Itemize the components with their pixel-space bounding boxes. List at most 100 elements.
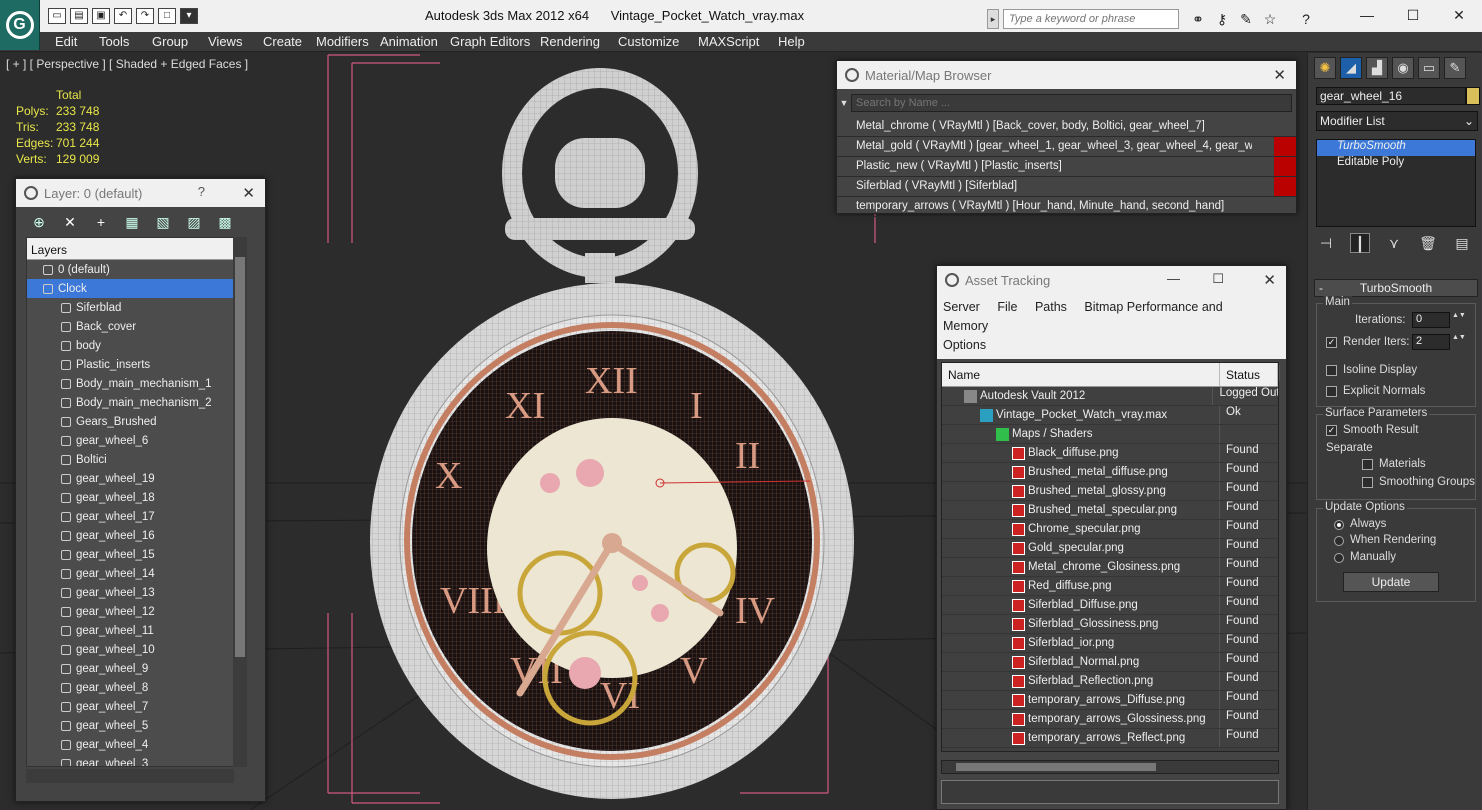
highlight-layer-icon[interactable]: ▧ [154, 213, 172, 231]
maximize-button[interactable]: ☐ [1212, 271, 1224, 287]
application-button[interactable]: G [0, 0, 40, 50]
spinner-arrows-icon[interactable]: ▲▼ [1452, 312, 1466, 328]
layer-row[interactable]: gear_wheel_15 [27, 545, 243, 564]
menu-customize[interactable]: Customize [618, 34, 679, 49]
freeze-layers-icon[interactable]: ▩ [216, 213, 234, 231]
menu-options[interactable]: Options [943, 338, 986, 352]
layer-row[interactable]: gear_wheel_12 [27, 602, 243, 621]
asset-row[interactable]: Red_diffuse.png Found [942, 577, 1278, 596]
close-button[interactable]: ✕ [1263, 271, 1276, 289]
layer-row[interactable]: gear_wheel_9 [27, 659, 243, 678]
layer-row[interactable]: 0 (default) [27, 260, 243, 279]
asset-row[interactable]: temporary_arrows_Glossiness.png Found [942, 710, 1278, 729]
viewport-label[interactable]: [ + ] [ Perspective ] [ Shaded + Edged F… [6, 57, 248, 71]
minimize-button[interactable]: — [1344, 0, 1390, 30]
render-iters-spinner[interactable]: 2 [1412, 334, 1450, 350]
layer-row[interactable]: Body_main_mechanism_2 [27, 393, 243, 412]
display-tab-icon[interactable]: ▭ [1418, 57, 1440, 79]
manually-radio[interactable] [1334, 553, 1344, 563]
modify-tab-icon[interactable]: ◢ [1340, 57, 1362, 79]
menu-group[interactable]: Group [152, 34, 188, 49]
spinner-arrows-icon[interactable]: ▲▼ [1452, 334, 1466, 350]
menu-server[interactable]: Server [943, 300, 980, 314]
material-browser-title-bar[interactable]: Material/Map Browser ✕ [837, 61, 1296, 89]
material-row[interactable]: Plastic_new ( VRayMtl ) [Plastic_inserts… [837, 157, 1296, 177]
menu-graph-editors[interactable]: Graph Editors [450, 34, 530, 49]
layer-row[interactable]: gear_wheel_7 [27, 697, 243, 716]
utilities-tab-icon[interactable]: ✎ [1444, 57, 1466, 79]
show-end-result-icon[interactable]: ┃ [1350, 233, 1370, 253]
menu-modifiers[interactable]: Modifiers [316, 34, 369, 49]
layer-row[interactable]: gear_wheel_17 [27, 507, 243, 526]
help-icon[interactable]: ? [1297, 10, 1315, 28]
layer-row[interactable]: gear_wheel_10 [27, 640, 243, 659]
tools-icon[interactable]: ✎ [1237, 10, 1255, 28]
layer-row[interactable]: Plastic_inserts [27, 355, 243, 374]
always-radio[interactable] [1334, 520, 1344, 530]
asset-row[interactable]: Black_diffuse.png Found [942, 444, 1278, 463]
menu-file[interactable]: File [997, 300, 1017, 314]
hierarchy-tab-icon[interactable]: ▟ [1366, 57, 1388, 79]
layer-row[interactable]: Clock [27, 279, 243, 298]
menu-tools[interactable]: Tools [99, 34, 129, 49]
close-button[interactable]: ✕ [1436, 0, 1482, 30]
object-name-field[interactable]: gear_wheel_16 [1316, 87, 1466, 105]
asset-row[interactable]: Siferblad_Diffuse.png Found [942, 596, 1278, 615]
dropdown-icon[interactable]: ▾ [180, 8, 198, 24]
stack-item-editable-poly[interactable]: Editable Poly [1317, 156, 1475, 172]
smoothing-groups-checkbox[interactable] [1362, 477, 1373, 488]
layer-row[interactable]: gear_wheel_3 [27, 754, 243, 766]
material-row[interactable]: Siferblad ( VRayMtl ) [Siferblad] [837, 177, 1296, 197]
create-tab-icon[interactable]: ✺ [1314, 57, 1336, 79]
key-icon[interactable]: ⚷ [1213, 10, 1231, 28]
asset-path-field[interactable] [941, 780, 1279, 804]
configure-sets-icon[interactable]: ▤ [1452, 233, 1472, 253]
asset-row[interactable]: Siferblad_ior.png Found [942, 634, 1278, 653]
asset-row[interactable]: Metal_chrome_Glosiness.png Found [942, 558, 1278, 577]
layer-row[interactable]: gear_wheel_5 [27, 716, 243, 735]
explicit-normals-checkbox[interactable] [1326, 386, 1337, 397]
render-iters-checkbox[interactable]: ✓ [1326, 337, 1337, 348]
menu-paths[interactable]: Paths [1035, 300, 1067, 314]
asset-row[interactable]: Vintage_Pocket_Watch_vray.max Ok [942, 406, 1278, 425]
new-icon[interactable]: ▭ [48, 8, 66, 24]
layer-row[interactable]: gear_wheel_18 [27, 488, 243, 507]
layer-panel-title-bar[interactable]: Layer: 0 (default) ? ✕ [16, 179, 265, 207]
layer-row[interactable]: gear_wheel_16 [27, 526, 243, 545]
column-status[interactable]: Status [1220, 363, 1278, 386]
layer-row[interactable]: gear_wheel_11 [27, 621, 243, 640]
pin-stack-icon[interactable]: ⊣ [1316, 233, 1336, 253]
help-button[interactable]: ? [198, 184, 205, 199]
menu-create[interactable]: Create [263, 34, 302, 49]
layer-row[interactable]: Back_cover [27, 317, 243, 336]
delete-layer-icon[interactable]: ✕ [61, 213, 79, 231]
layer-row[interactable]: gear_wheel_6 [27, 431, 243, 450]
asset-row[interactable]: Brushed_metal_diffuse.png Found [942, 463, 1278, 482]
menu-views[interactable]: Views [208, 34, 242, 49]
menu-bitmap-performance[interactable]: Bitmap Performance and Memory [943, 300, 1223, 333]
smooth-result-checkbox[interactable]: ✓ [1326, 425, 1337, 436]
project-icon[interactable]: □ [158, 8, 176, 24]
close-button[interactable]: ✕ [242, 184, 255, 202]
redo-icon[interactable]: ↷ [136, 8, 154, 24]
hide-layers-icon[interactable]: ▨ [185, 213, 203, 231]
asset-row[interactable]: Siferblad_Normal.png Found [942, 653, 1278, 672]
asset-row[interactable]: Chrome_specular.png Found [942, 520, 1278, 539]
iterations-spinner[interactable]: 0 [1412, 312, 1450, 328]
menu-rendering[interactable]: Rendering [540, 34, 600, 49]
materials-checkbox[interactable] [1362, 459, 1373, 470]
add-to-layer-icon[interactable]: + [92, 213, 110, 231]
options-triangle-icon[interactable]: ▼ [837, 98, 851, 108]
asset-row[interactable]: Siferblad_Reflection.png Found [942, 672, 1278, 691]
update-button[interactable]: Update [1343, 572, 1439, 592]
undo-icon[interactable]: ↶ [114, 8, 132, 24]
menu-maxscript[interactable]: MAXScript [698, 34, 759, 49]
asset-row[interactable]: Gold_specular.png Found [942, 539, 1278, 558]
asset-row[interactable]: temporary_arrows_Diffuse.png Found [942, 691, 1278, 710]
layer-row[interactable]: Boltici [27, 450, 243, 469]
layer-row[interactable]: Gears_Brushed [27, 412, 243, 431]
asset-row[interactable]: temporary_arrows_Reflect.png Found [942, 729, 1278, 748]
stack-item-turbosmooth[interactable]: TurboSmooth [1317, 140, 1475, 156]
make-unique-icon[interactable]: ⋎ [1384, 233, 1404, 253]
motion-tab-icon[interactable]: ◉ [1392, 57, 1414, 79]
